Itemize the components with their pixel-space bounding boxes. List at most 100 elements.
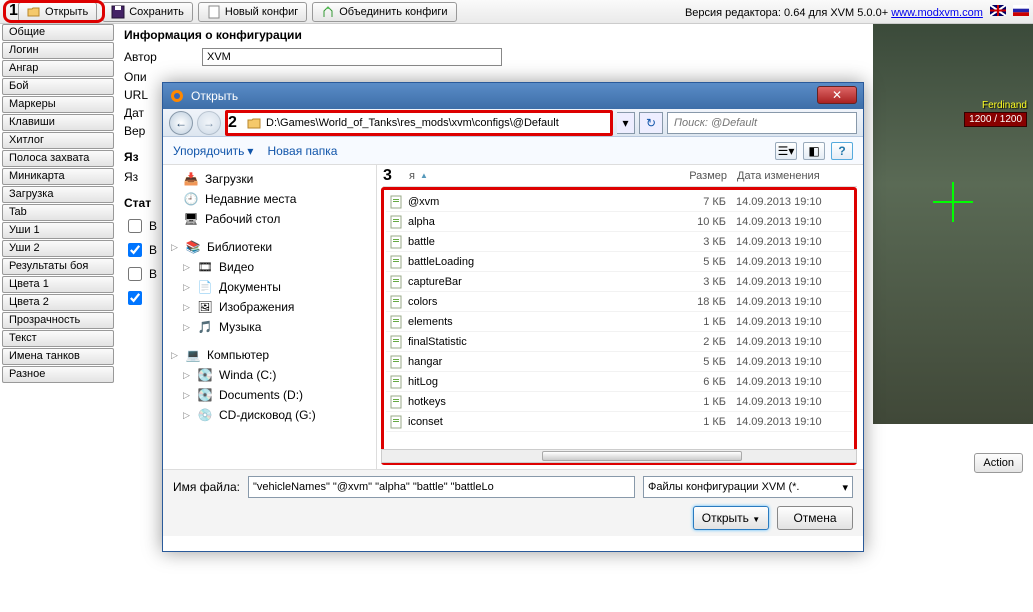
sidebar-item[interactable]: Разное: [2, 366, 114, 383]
sidebar-item[interactable]: Уши 1: [2, 222, 114, 239]
file-row[interactable]: captureBar3 КБ14.09.2013 19:10: [386, 272, 852, 292]
sidebar-item[interactable]: Результаты боя: [2, 258, 114, 275]
file-row[interactable]: hotkeys1 КБ14.09.2013 19:10: [386, 392, 852, 412]
tree-drive-d[interactable]: ▷💽Documents (D:): [169, 385, 370, 405]
scroll-thumb[interactable]: [542, 451, 742, 461]
modxvm-link[interactable]: www.modxvm.com: [891, 7, 983, 19]
sidebar-item[interactable]: Хитлог: [2, 132, 114, 149]
file-name: hitLog: [408, 376, 660, 388]
file-name: finalStatistic: [408, 336, 660, 348]
sidebar-item[interactable]: Имена танков: [2, 348, 114, 365]
preview-pane-button[interactable]: ◧: [803, 142, 825, 160]
tree-pictures[interactable]: ▷🖼Изображения: [169, 297, 370, 317]
file-row[interactable]: battleLoading5 КБ14.09.2013 19:10: [386, 252, 852, 272]
col-size[interactable]: Размер: [657, 170, 727, 182]
file-row[interactable]: hitLog6 КБ14.09.2013 19:10: [386, 372, 852, 392]
organize-menu[interactable]: Упорядочить ▾: [173, 144, 253, 158]
file-open-dialog: Открыть ✕ ← → 2 D:\Games\World_of_Tanks\…: [162, 82, 864, 552]
search-input[interactable]: [667, 112, 857, 134]
file-row[interactable]: alpha10 КБ14.09.2013 19:10: [386, 212, 852, 232]
page-icon: [207, 5, 221, 19]
save-button[interactable]: Сохранить: [102, 2, 193, 22]
file-size: 1 КБ: [660, 316, 726, 328]
stat-cb-3[interactable]: [128, 267, 142, 281]
sidebar-item[interactable]: Уши 2: [2, 240, 114, 257]
file-name: captureBar: [408, 276, 660, 288]
author-input[interactable]: [202, 48, 502, 66]
flag-en-icon[interactable]: [990, 5, 1006, 16]
file-row[interactable]: elements1 КБ14.09.2013 19:10: [386, 312, 852, 332]
sidebar-item[interactable]: Прозрачность: [2, 312, 114, 329]
file-name: hangar: [408, 356, 660, 368]
nav-back-button[interactable]: ←: [169, 111, 193, 135]
tank-name: Ferdinand: [982, 100, 1027, 111]
dialog-cancel-button[interactable]: Отмена: [777, 506, 853, 530]
file-list-header[interactable]: я▲ Размер Дата изменения: [383, 165, 857, 187]
file-row[interactable]: colors18 КБ14.09.2013 19:10: [386, 292, 852, 312]
refresh-button[interactable]: ↻: [639, 112, 663, 134]
dialog-titlebar[interactable]: Открыть ✕: [163, 83, 863, 109]
sidebar-item[interactable]: Текст: [2, 330, 114, 347]
flag-ru-icon[interactable]: [1013, 5, 1029, 16]
nav-forward-button[interactable]: →: [197, 111, 221, 135]
action-button[interactable]: Action: [974, 453, 1023, 473]
tree-downloads[interactable]: 📥Загрузки: [169, 169, 370, 189]
folder-tree[interactable]: 📥Загрузки 🕘Недавние места 🖥Рабочий стол …: [163, 165, 377, 469]
file-icon: [388, 234, 404, 250]
merge-icon: [321, 5, 335, 19]
filetype-select[interactable]: Файлы конфигурации XVM (*.▾: [643, 476, 853, 498]
sidebar-item[interactable]: Загрузка: [2, 186, 114, 203]
filename-input[interactable]: [248, 476, 635, 498]
file-list[interactable]: @xvm7 КБ14.09.2013 19:10alpha10 КБ14.09.…: [381, 187, 857, 465]
annotation-2: 2: [228, 114, 237, 132]
help-button[interactable]: ?: [831, 142, 853, 160]
tree-video[interactable]: ▷🎞Видео: [169, 257, 370, 277]
col-name[interactable]: я▲: [383, 170, 657, 182]
merge-config-button[interactable]: Объединить конфиги: [312, 2, 456, 22]
dialog-open-button[interactable]: Открыть ▼: [693, 506, 769, 530]
dialog-bottom: Имя файла: Файлы конфигурации XVM (*.▾ О…: [163, 469, 863, 536]
sidebar-item[interactable]: Цвета 1: [2, 276, 114, 293]
tree-desktop[interactable]: 🖥Рабочий стол: [169, 209, 370, 229]
file-row[interactable]: finalStatistic2 КБ14.09.2013 19:10: [386, 332, 852, 352]
tree-computer[interactable]: ▷💻Компьютер: [169, 345, 370, 365]
dialog-close-button[interactable]: ✕: [817, 86, 857, 104]
view-menu-button[interactable]: ☰▾: [775, 142, 797, 160]
tree-recent[interactable]: 🕘Недавние места: [169, 189, 370, 209]
sidebar-item[interactable]: Миникарта: [2, 168, 114, 185]
file-row[interactable]: battle3 КБ14.09.2013 19:10: [386, 232, 852, 252]
file-row[interactable]: hangar5 КБ14.09.2013 19:10: [386, 352, 852, 372]
sidebar-item[interactable]: Логин: [2, 42, 114, 59]
tree-drive-c[interactable]: ▷💽Winda (C:): [169, 365, 370, 385]
tree-music[interactable]: ▷🎵Музыка: [169, 317, 370, 337]
sidebar-item[interactable]: Бой: [2, 78, 114, 95]
open-button[interactable]: Открыть: [18, 2, 97, 22]
h-scrollbar[interactable]: [381, 449, 857, 463]
dialog-title: Открыть: [191, 89, 238, 103]
sidebar-item[interactable]: Полоса захвата: [2, 150, 114, 167]
stat-cb-4[interactable]: [128, 291, 142, 305]
sidebar-item[interactable]: Ангар: [2, 60, 114, 77]
tree-libraries[interactable]: ▷📚Библиотеки: [169, 237, 370, 257]
hdd-icon: 💽: [197, 367, 213, 383]
main-toolbar: 1 Открыть Сохранить Новый конфиг Объедин…: [0, 0, 1033, 24]
new-folder-button[interactable]: Новая папка: [267, 144, 337, 158]
file-row[interactable]: iconset1 КБ14.09.2013 19:10: [386, 412, 852, 432]
file-date: 14.09.2013 19:10: [726, 276, 852, 288]
stat-cb-1[interactable]: [128, 219, 142, 233]
path-dropdown[interactable]: ▾: [617, 112, 635, 134]
sidebar-item[interactable]: Маркеры: [2, 96, 114, 113]
col-date[interactable]: Дата изменения: [727, 170, 857, 182]
file-size: 6 КБ: [660, 376, 726, 388]
sidebar-item[interactable]: Цвета 2: [2, 294, 114, 311]
file-row[interactable]: @xvm7 КБ14.09.2013 19:10: [386, 192, 852, 212]
tree-drive-g[interactable]: ▷💿CD-дисковод (G:): [169, 405, 370, 425]
path-input[interactable]: 2 D:\Games\World_of_Tanks\res_mods\xvm\c…: [225, 112, 613, 134]
sidebar-item[interactable]: Tab: [2, 204, 114, 221]
new-config-button[interactable]: Новый конфиг: [198, 2, 307, 22]
sidebar-item[interactable]: Клавиши: [2, 114, 114, 131]
version-text: Версия редактора: 0.64 для XVM 5.0.0+ ww…: [685, 5, 1029, 19]
stat-cb-2[interactable]: [128, 243, 142, 257]
sidebar-item[interactable]: Общие: [2, 24, 114, 41]
tree-documents[interactable]: ▷📄Документы: [169, 277, 370, 297]
